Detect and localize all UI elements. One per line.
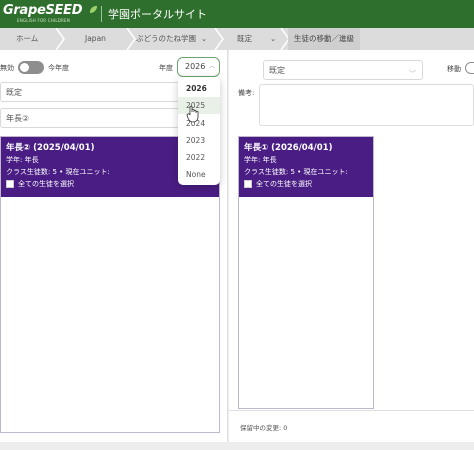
current-year-label: 今年度 — [48, 64, 69, 72]
select-all-label: 全ての生徒を選択 — [256, 180, 312, 188]
grapeseed-logo[interactable]: GrapeSEED ENGLISH FOR CHILDREN — [3, 3, 98, 25]
logo-tagline: ENGLISH FOR CHILDREN — [17, 18, 70, 23]
chevron-down-icon[interactable]: ⌄ — [270, 28, 276, 50]
footer-divider — [229, 410, 474, 411]
leaf-icon — [89, 5, 98, 14]
pending-changes-count: 保留中の変更: 0 — [240, 424, 288, 432]
logo-text: GrapeSEED — [3, 3, 83, 18]
campus-select-value: 既定 — [6, 88, 22, 97]
chevron-down-icon: ﹀ — [409, 70, 416, 78]
header-divider — [101, 6, 102, 22]
hand-cursor-icon — [186, 105, 199, 123]
toggle-label: 無効 — [0, 64, 14, 72]
chevron-up-icon: ︿ — [208, 63, 215, 70]
class-select[interactable]: 年長② — [0, 108, 190, 128]
move-label: 移動 — [447, 65, 461, 73]
breadcrumb-separator-icon — [214, 28, 224, 50]
year-option-2026[interactable]: 2026 — [178, 80, 220, 97]
breadcrumb: ホーム Japan ぶどうのたね学園 ⌄ 既定 ⌄ 生徒の移動／進級 — [0, 28, 474, 50]
breadcrumb-separator-icon — [126, 28, 136, 50]
destination-campus-value: 既定 — [269, 66, 285, 75]
breadcrumb-current-page: 生徒の移動／進級 — [288, 28, 360, 50]
year-option-none[interactable]: None — [178, 166, 220, 183]
toggle-knob — [20, 63, 29, 72]
class-info: クラス生徒数: 5 • 現在ユニット: — [244, 168, 348, 176]
year-option-2023[interactable]: 2023 — [178, 132, 220, 149]
year-dropdown-menu: 2026 2025 2024 2023 2022 None — [178, 77, 220, 185]
app-title: 学園ポータルサイト — [108, 8, 207, 21]
chevron-down-icon[interactable]: ⌄ — [201, 28, 207, 50]
class-title: 年長① (2026/04/01) — [244, 143, 333, 153]
destination-campus-select[interactable]: 既定 ﹀ — [263, 60, 423, 80]
class-select-value: 年長② — [6, 114, 30, 123]
breadcrumb-country[interactable]: Japan — [85, 28, 106, 50]
select-all-checkbox[interactable] — [6, 180, 14, 188]
select-all-label: 全ての生徒を選択 — [18, 180, 74, 188]
year-option-2022[interactable]: 2022 — [178, 149, 220, 166]
remarks-textarea[interactable] — [259, 84, 474, 126]
breadcrumb-separator-icon — [55, 28, 65, 50]
year-label: 年度 — [159, 64, 173, 72]
top-bar: GrapeSEED ENGLISH FOR CHILDREN 学園ポータルサイト — [0, 0, 474, 28]
select-all-checkbox[interactable] — [244, 180, 252, 188]
select-all-row[interactable]: 全ての生徒を選択 — [244, 179, 368, 189]
disabled-toggle[interactable] — [18, 61, 44, 74]
year-select-value: 2026 — [185, 62, 206, 71]
campus-select[interactable]: 既定 — [0, 82, 190, 102]
breadcrumb-school[interactable]: ぶどうのたね学園 — [136, 28, 196, 50]
year-select[interactable]: 2026 ︿ — [177, 57, 220, 77]
class-grade: 学年: 年長 — [244, 156, 277, 164]
destination-class-panel: 年長① (2026/04/01) 学年: 年長 クラス生徒数: 5 • 現在ユニ… — [238, 136, 374, 409]
breadcrumb-campus[interactable]: 既定 — [237, 28, 252, 50]
move-toggle[interactable] — [465, 62, 474, 74]
remarks-label: 備考: — [238, 89, 255, 97]
destination-class-header: 年長① (2026/04/01) 学年: 年長 クラス生徒数: 5 • 現在ユニ… — [239, 137, 373, 197]
breadcrumb-home[interactable]: ホーム — [16, 28, 38, 50]
